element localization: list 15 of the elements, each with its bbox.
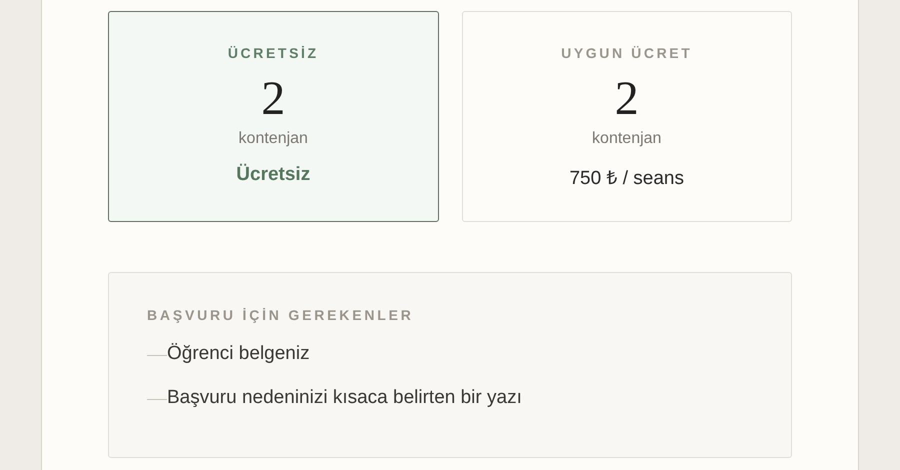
slot-count: 2 xyxy=(261,75,286,123)
option-title: UYGUN ÜCRET xyxy=(561,45,692,61)
requirement-item: Başvuru nedeninizi kısaca belirten bir yazı xyxy=(167,387,522,409)
price-label: Ücretsiz xyxy=(236,164,310,186)
price-label: 750 ₺ / seans xyxy=(569,167,684,190)
dash-icon xyxy=(147,398,167,400)
slot-label: kontenjan xyxy=(238,130,308,148)
dash-icon xyxy=(147,354,167,356)
requirement-item: Öğrenci belgeniz xyxy=(167,343,310,365)
slot-label: kontenjan xyxy=(592,130,662,148)
section-title: BAŞVURU İÇİN GEREKENLER xyxy=(147,307,415,323)
option-title: ÜCRETSİZ xyxy=(228,45,319,61)
option-card[interactable]: ÜCRETSİZ 2 kontenjan Ücretsiz xyxy=(108,11,438,222)
option-card[interactable]: UYGUN ÜCRET 2 kontenjan 750 ₺ / seans xyxy=(462,11,792,222)
slot-count: 2 xyxy=(614,75,639,123)
